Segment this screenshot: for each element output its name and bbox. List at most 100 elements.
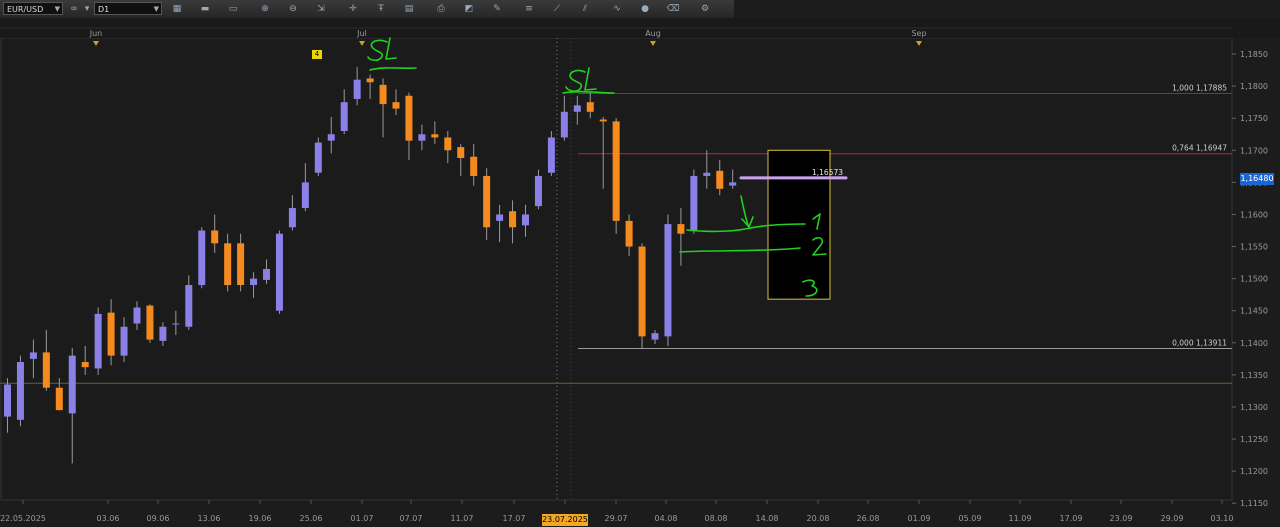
candle-body [651,333,659,340]
candle [146,304,154,343]
month-label: Sep [911,29,926,38]
event-badge[interactable]: 4 [312,50,322,59]
scroll-icon[interactable]: ⇲ [314,2,328,16]
candle-body [107,312,115,356]
x-tick-label: 19.06 [249,514,272,523]
candle-body [42,352,50,388]
template-icon[interactable]: ▤ [402,2,416,16]
x-tick-label: 17.09 [1060,514,1083,523]
y-tick-label: 1,1350 [1240,371,1268,380]
y-tick-label: 1,1750 [1240,114,1268,123]
price-level-label: 1,16573 [812,168,843,177]
x-tick-label: 26.08 [857,514,880,523]
candle-body [159,326,167,341]
candle-body [547,137,555,173]
candle-body [392,102,400,109]
sphere-icon[interactable]: ● [638,2,652,16]
candle-body [68,355,76,414]
x-tick-label: 25.06 [300,514,323,523]
symbol-label: EUR/USD [7,5,44,14]
candle-body [418,134,426,141]
candle-body [288,208,296,228]
symbol-select[interactable]: EUR/USD ▼ [3,2,63,15]
chart-type-icon[interactable]: ▦ [170,2,184,16]
candle-body [716,170,724,189]
chart-area[interactable]: 1,000 1,17885 0,764 1,16947 0,000 1,13911 1… [0,18,1280,527]
x-tick-label: 01.09 [908,514,931,523]
candle [314,137,322,176]
crosshair-icon[interactable]: ✛ [346,2,360,16]
candle-body [677,224,685,234]
candle-body [237,243,245,286]
candle-body [625,220,633,247]
candle-body [263,269,270,280]
eraser-icon[interactable]: ⌫ [666,2,680,16]
x-tick-label: 03.10 [1211,514,1234,523]
candle-body [483,175,491,228]
y-tick-label: 1,1200 [1240,467,1268,476]
y-tick-label: 1,1550 [1240,243,1268,252]
candle-body [29,352,37,359]
x-tick-label: 03.06 [97,514,120,523]
y-tick-label: 1,1700 [1240,146,1268,155]
x-tick-label: 14.08 [756,514,779,523]
text-tool-icon[interactable]: Ŧ [374,2,388,16]
y-tick-label: 1,1300 [1240,403,1268,412]
candle-body [509,211,517,228]
link-icon[interactable]: ∞ [67,2,81,16]
x-tick-label: 11.07 [451,514,474,523]
x-tick-label: 29.09 [1161,514,1184,523]
candle-body [586,102,594,112]
wave-icon[interactable]: ∿ [610,2,624,16]
print-icon[interactable]: ⎙ [434,2,448,16]
fib-level-label: 0,764 1,16947 [1172,144,1227,153]
candle-body [185,285,193,327]
bar-icon[interactable]: ▭ [226,2,240,16]
chart-icon[interactable]: ◩ [462,2,476,16]
zoom-in-icon[interactable]: ⊕ [258,2,272,16]
candle [690,169,698,234]
candle-body [690,175,698,231]
x-tick-label: 05.09 [959,514,982,523]
candle-body [301,182,309,209]
line-tool-icon[interactable]: ▬ [198,2,212,16]
candle-body [638,246,646,337]
settings-icon[interactable]: ⚙ [698,2,712,16]
chevron-down-icon: ▼ [153,5,159,13]
highlighted-date-tag: 23.07.2025 [542,514,588,526]
timeframe-select[interactable]: D1 ▼ [94,2,162,15]
candle-body [522,214,529,226]
plot-background [0,37,1233,501]
candle [275,230,283,314]
candle-body [4,384,11,417]
channel-icon[interactable]: ⫽ [578,2,592,16]
candle-body [366,78,374,83]
candle [547,131,555,176]
y-tick-label: 1,1250 [1240,435,1268,444]
trendline-icon[interactable]: ⟋ [550,2,564,16]
candle-body [81,362,89,368]
fib-level-label: 1,000 1,17885 [1172,84,1227,93]
timeframe-label: D1 [98,5,110,14]
candle [16,355,24,427]
zoom-out-icon[interactable]: ⊖ [286,2,300,16]
x-tick-label: 01.07 [351,514,374,523]
candle-body [664,224,672,337]
month-label: Aug [645,29,661,38]
x-tick-label: 04.08 [655,514,678,523]
candle-body [275,233,283,311]
candle-body [224,243,232,286]
candle-body [211,230,219,244]
fibonacci-icon[interactable]: ≡ [522,2,536,16]
candle-body [573,105,581,112]
y-tick-label: 1,1450 [1240,307,1268,316]
candle-body [496,214,504,221]
candle-body [599,119,607,122]
candle-body [172,323,180,325]
candle [94,307,102,375]
candle-body [133,307,141,324]
chevron-down-icon[interactable]: ▾ [80,2,94,16]
candle-body [120,326,128,356]
candle-body [327,134,335,141]
pencil-icon[interactable]: ✎ [490,2,504,16]
